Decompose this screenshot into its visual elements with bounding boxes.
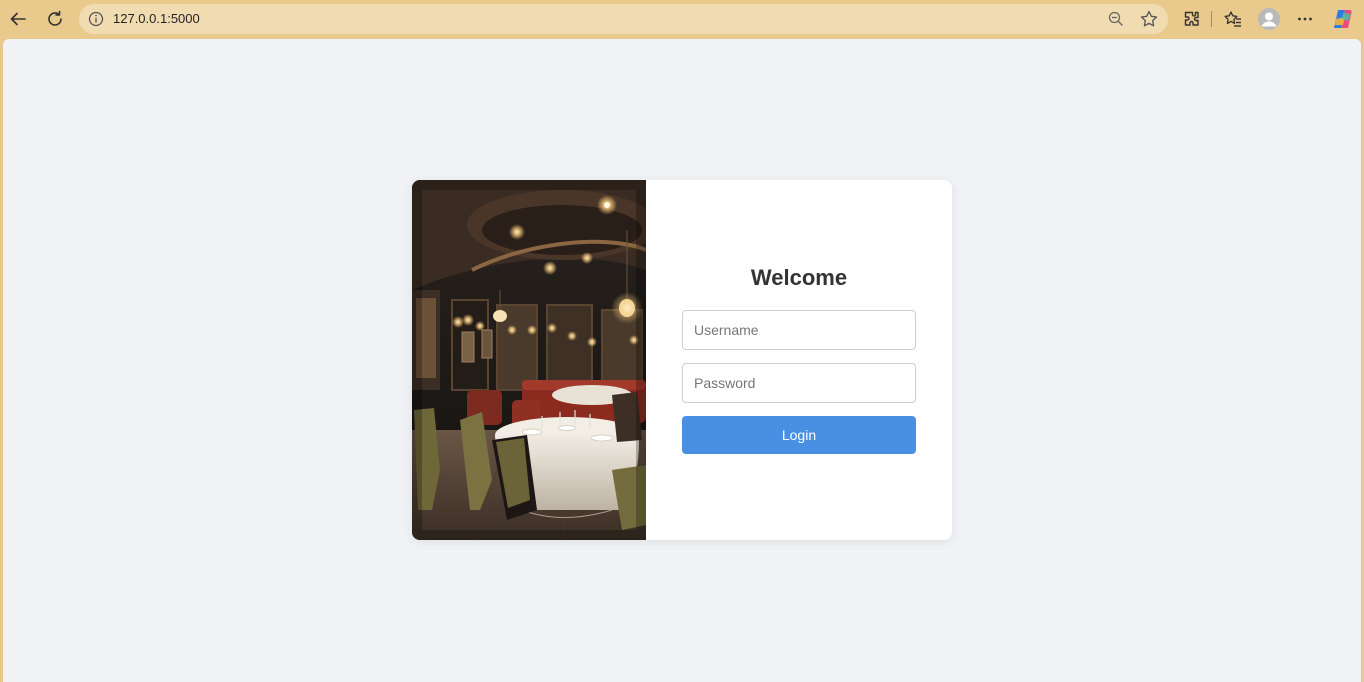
restaurant-photo	[412, 180, 646, 540]
zoom-out-icon[interactable]	[1107, 10, 1125, 28]
copilot-icon[interactable]	[1329, 5, 1357, 33]
extensions-icon[interactable]	[1178, 5, 1206, 33]
address-bar[interactable]: 127.0.0.1:5000	[79, 4, 1168, 34]
welcome-heading: Welcome	[750, 265, 848, 290]
login-card: Welcome Login	[412, 180, 952, 540]
more-menu-icon[interactable]	[1291, 5, 1319, 33]
password-input[interactable]	[682, 363, 916, 403]
favorite-star-icon[interactable]	[1139, 9, 1159, 29]
info-icon[interactable]	[87, 10, 105, 28]
login-form: Welcome Login	[646, 180, 952, 540]
browser-toolbar: 127.0.0.1:5000	[0, 0, 1364, 38]
favorites-list-icon[interactable]	[1219, 5, 1247, 33]
url-text[interactable]: 127.0.0.1:5000	[113, 11, 200, 26]
login-button[interactable]: Login	[682, 416, 916, 454]
refresh-icon[interactable]	[41, 5, 69, 33]
toolbar-separator	[1211, 11, 1212, 27]
profile-avatar-icon[interactable]	[1255, 5, 1283, 33]
back-arrow-icon[interactable]	[4, 5, 32, 33]
username-input[interactable]	[682, 310, 916, 350]
page-viewport: Welcome Login	[3, 39, 1361, 682]
